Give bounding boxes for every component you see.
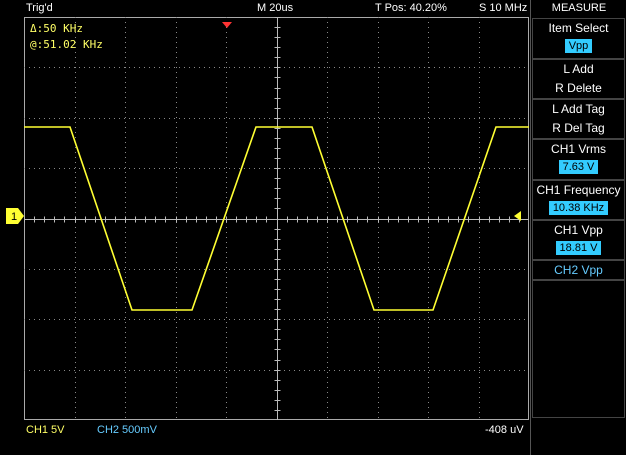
item-select-label: Item Select bbox=[548, 21, 609, 35]
offset-readout: -408 uV bbox=[485, 424, 524, 436]
waveform-display[interactable] bbox=[24, 17, 529, 420]
ch1-vrms-value: 7.63 V bbox=[558, 160, 599, 174]
item-select-value: Vpp bbox=[564, 39, 593, 53]
cursor-at-readout: @:51.02 KHz bbox=[30, 38, 103, 51]
ch1-waveform bbox=[24, 126, 529, 311]
down-triangle-icon[interactable] bbox=[222, 22, 232, 28]
ch1-vrms-label: CH1 Vrms bbox=[551, 142, 606, 156]
add-delete-button[interactable]: L Add R Delete bbox=[532, 59, 625, 99]
bottom-bar: CH1 5V CH2 500mV -408 uV bbox=[0, 420, 530, 455]
ch1-scale: CH1 5V bbox=[26, 424, 65, 436]
trigger-position-readout: T Pos: 40.20% bbox=[375, 2, 447, 14]
r-del-tag-label: R Del Tag bbox=[552, 121, 605, 135]
ch1-vrms-measurement[interactable]: CH1 Vrms 7.63 V bbox=[532, 139, 625, 180]
add-tag-button[interactable]: L Add Tag R Del Tag bbox=[532, 99, 625, 139]
trigger-status: Trig'd bbox=[26, 2, 53, 14]
ch1-ground-marker-icon[interactable]: 1 bbox=[6, 208, 24, 224]
graticule bbox=[24, 17, 529, 420]
menu-title: MEASURE bbox=[551, 2, 607, 14]
measure-empty-slot bbox=[532, 280, 625, 418]
oscilloscope-screen: Trig'd M 20us T Pos: 40.20% S 10 MHz Δ:5… bbox=[0, 0, 626, 455]
r-delete-label: R Delete bbox=[555, 81, 602, 95]
ch1-frequency-value: 10.38 KHz bbox=[548, 201, 609, 215]
ch1-vpp-value: 18.81 V bbox=[555, 241, 602, 255]
cursor-delta-readout: Δ:50 KHz bbox=[30, 22, 83, 35]
l-add-label: L Add bbox=[563, 62, 594, 76]
ch1-frequency-label: CH1 Frequency bbox=[536, 183, 621, 197]
measure-menu: MEASURE Item Select Vpp L Add R Delete L… bbox=[530, 0, 626, 455]
ch1-frequency-measurement[interactable]: CH1 Frequency 10.38 KHz bbox=[532, 180, 625, 220]
ch2-vpp-measurement[interactable]: CH2 Vpp bbox=[532, 260, 625, 280]
status-bar: Trig'd M 20us T Pos: 40.20% S 10 MHz bbox=[0, 0, 530, 17]
l-add-tag-label: L Add Tag bbox=[552, 102, 605, 116]
ch2-vpp-label: CH2 Vpp bbox=[554, 263, 603, 277]
timebase-readout: M 20us bbox=[257, 2, 294, 14]
ch1-vpp-measurement[interactable]: CH1 Vpp 18.81 V bbox=[532, 220, 625, 260]
ch1-marker-label: 1 bbox=[11, 211, 17, 223]
ch2-scale: CH2 500mV bbox=[97, 424, 157, 436]
ch1-vpp-label: CH1 Vpp bbox=[554, 223, 603, 237]
item-select-button[interactable]: Item Select Vpp bbox=[532, 18, 625, 59]
sample-rate-readout: S 10 MHz bbox=[479, 2, 528, 14]
